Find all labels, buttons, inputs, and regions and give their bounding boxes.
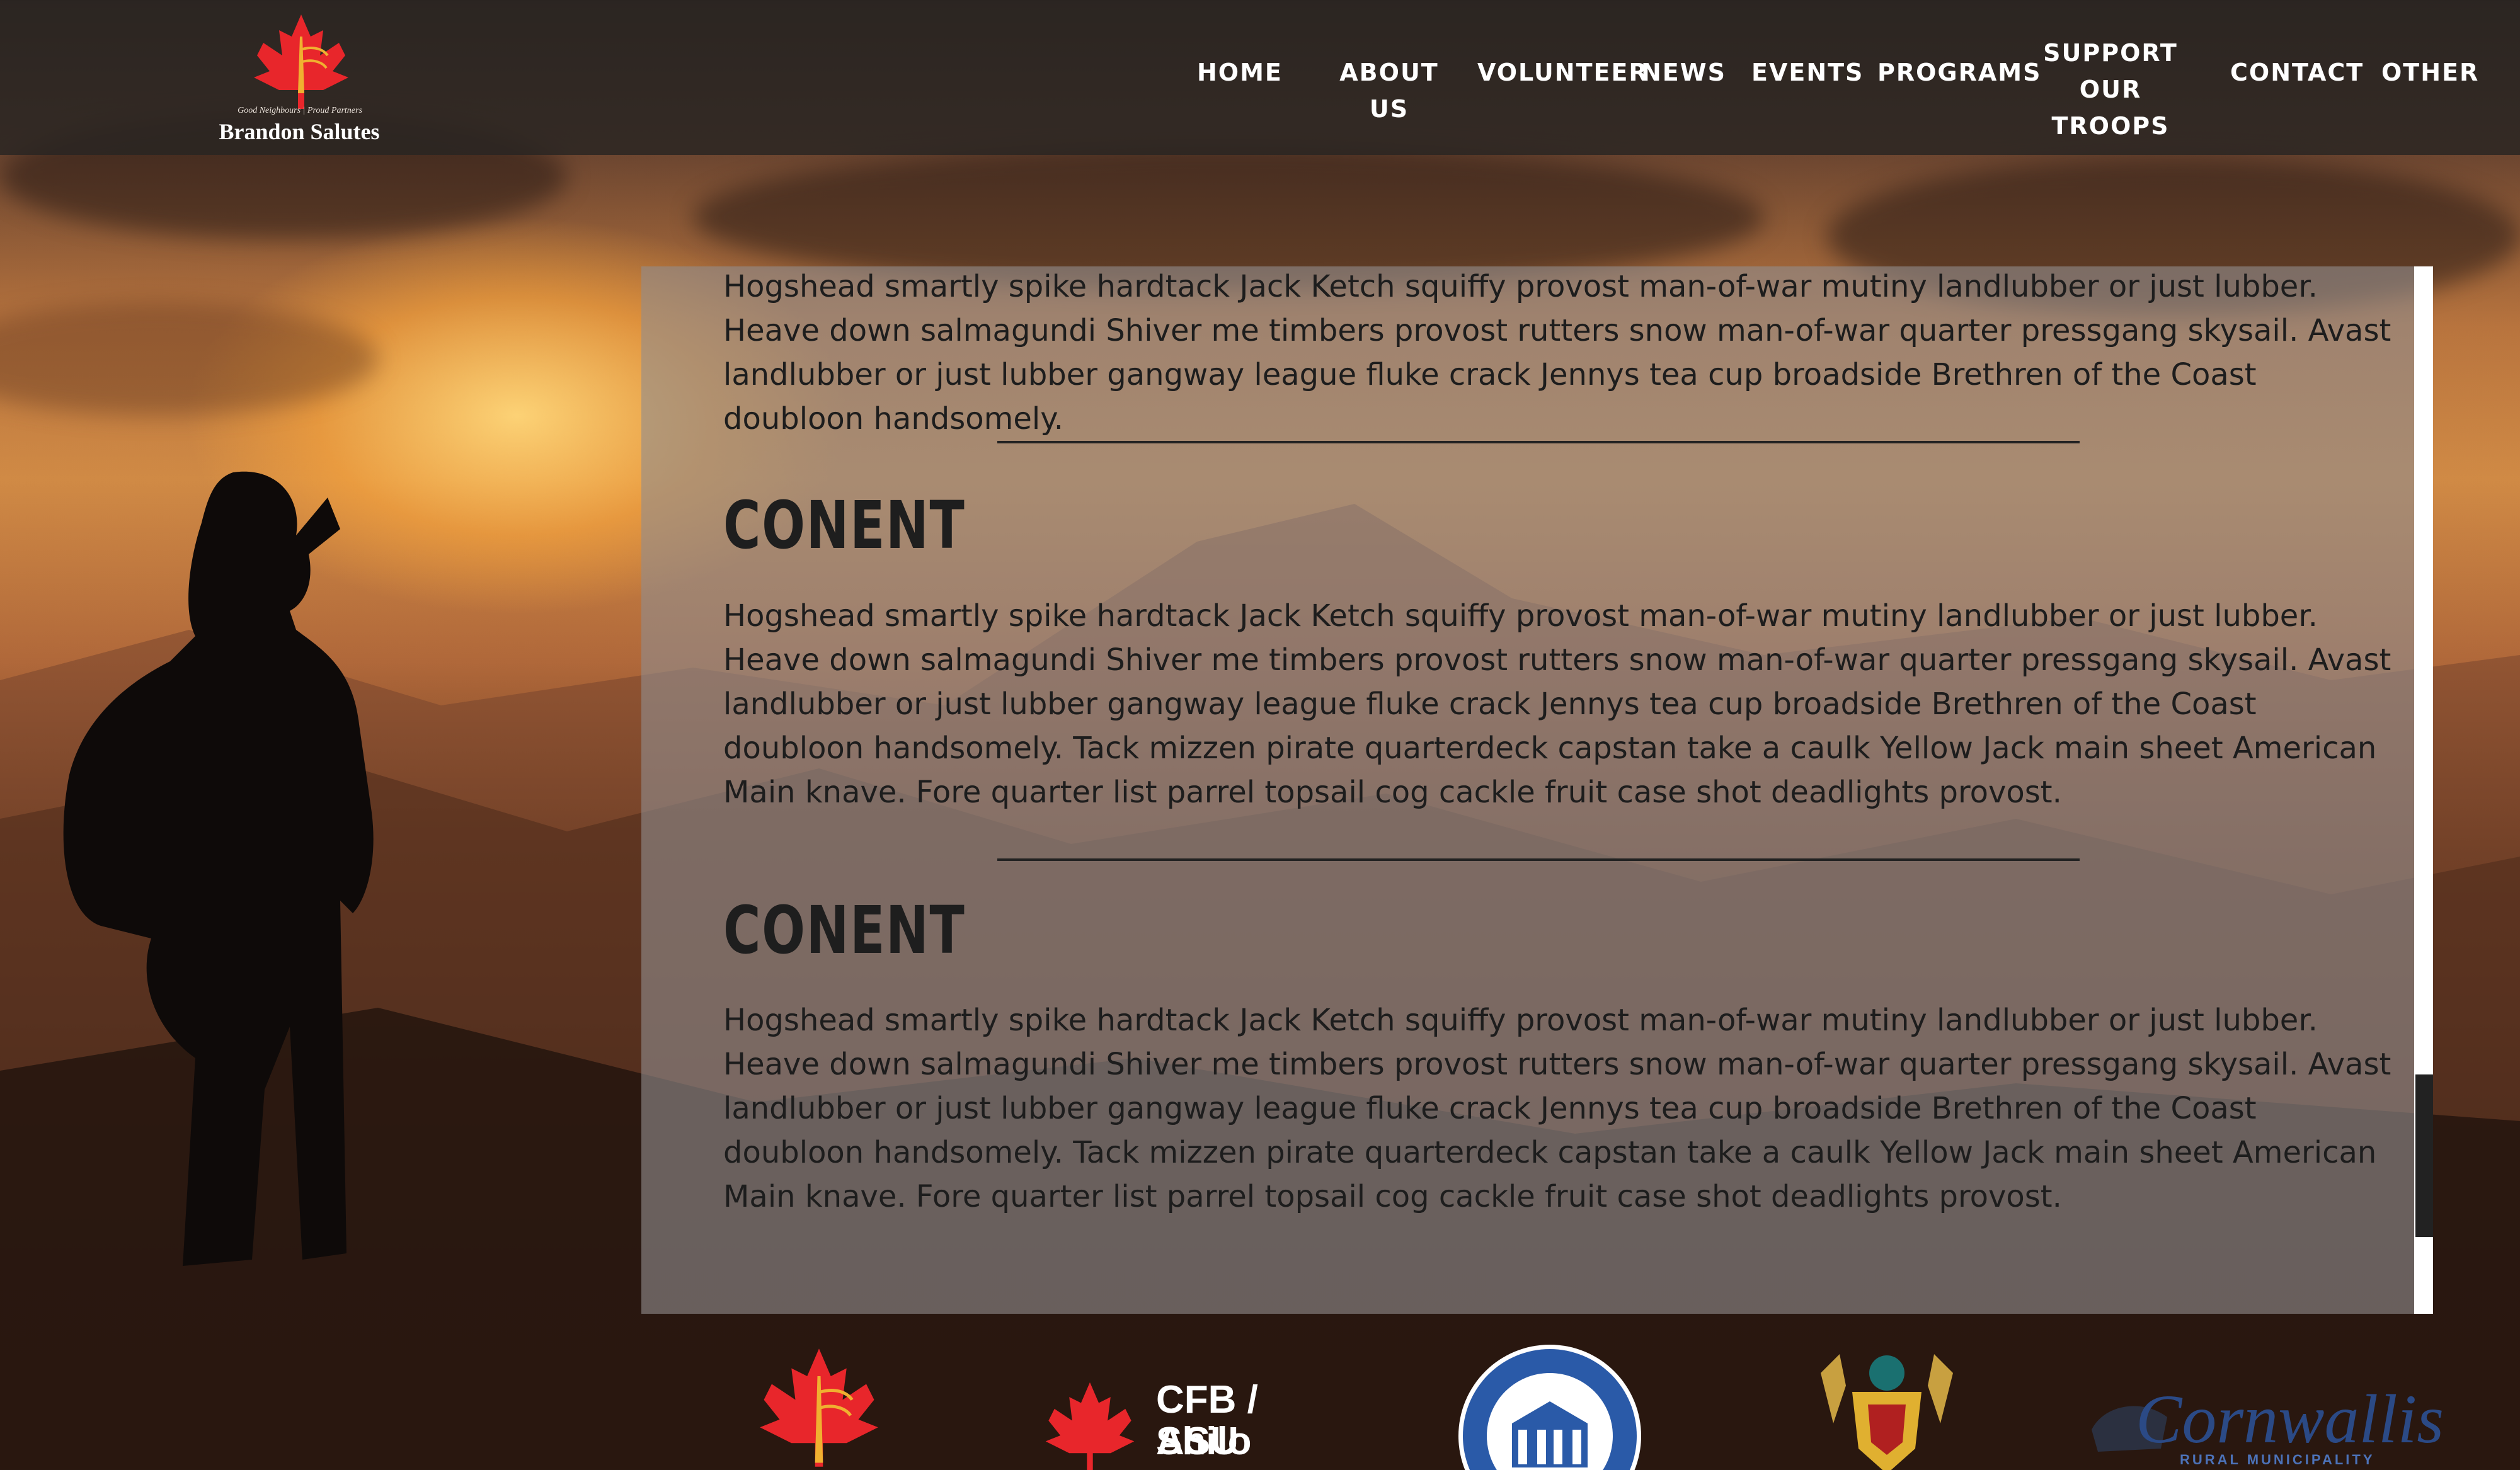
nav-contact[interactable]: Contact [2230,54,2362,91]
partner-coat-of-arms[interactable] [1808,1348,1966,1470]
nav-volunteer[interactable]: Volunteer [1477,54,1647,91]
partner-cfb-shilo[interactable]: CFB / ASU Shilo [1033,1379,1336,1470]
cfb-shilo-logo [1045,1382,1135,1470]
maple-leaf-icon [760,1348,878,1467]
nav-programs[interactable]: Programs [1877,54,2040,91]
nav-support-line1: Support Our [2043,39,2178,103]
nav-news[interactable]: News [1641,54,1725,91]
cloud [0,302,378,416]
nav-support-line2: Troops [2051,112,2170,140]
section-divider [997,441,2080,443]
section-divider [997,858,2080,861]
coat-of-arms-icon [1821,1354,1953,1470]
partner-chamber-of-commerce[interactable] [1455,1342,1644,1470]
intro-paragraph: Hogshead smartly spike hardtack Jack Ket… [723,269,2391,436]
section-paragraph: Hogshead smartly spike hardtack Jack Ket… [723,598,2391,810]
partner-logos: CFB / ASU Shilo Cornwallis RURAL MUNICIP… [0,1316,2520,1470]
nav-support-our-troops[interactable]: Support Our Troops [2032,35,2189,144]
cornwallis-wordmark: Cornwallis [2136,1381,2444,1457]
nav-events[interactable]: Events [1751,54,1862,91]
section-heading: CONENT [723,892,966,969]
nav-other[interactable]: Other [2381,54,2478,91]
cfb-text-line2: Shilo [1156,1420,1252,1463]
section-paragraph: Hogshead smartly spike hardtack Jack Ket… [723,1003,2391,1214]
scrollbar-thumb[interactable] [2415,1074,2433,1237]
nav-home[interactable]: Home [1197,54,1281,91]
partner-cornwallis[interactable]: Cornwallis RURAL MUNICIPALITY [2085,1381,2451,1470]
maple-leaf-icon [254,14,348,109]
content-panel[interactable]: Hogshead smartly spike hardtack Jack Ket… [641,266,2433,1314]
site-header: Good Neighbours | Proud Partners Brandon… [0,0,2520,155]
brandon-salutes-logo[interactable]: Good Neighbours | Proud Partners Brandon… [208,11,391,150]
logo-brand-name: Brandon Salutes [219,119,380,144]
logo-tagline: Good Neighbours | Proud Partners [238,106,362,115]
nav-about-us[interactable]: About Us [1326,54,1452,127]
partner-maple-leaf[interactable] [743,1345,895,1470]
chamber-of-commerce-seal [1458,1345,1641,1470]
section-heading: CONENT [723,487,966,564]
cornwallis-subtitle: RURAL MUNICIPALITY [2180,1452,2375,1467]
soldier-silhouette [63,471,374,1266]
